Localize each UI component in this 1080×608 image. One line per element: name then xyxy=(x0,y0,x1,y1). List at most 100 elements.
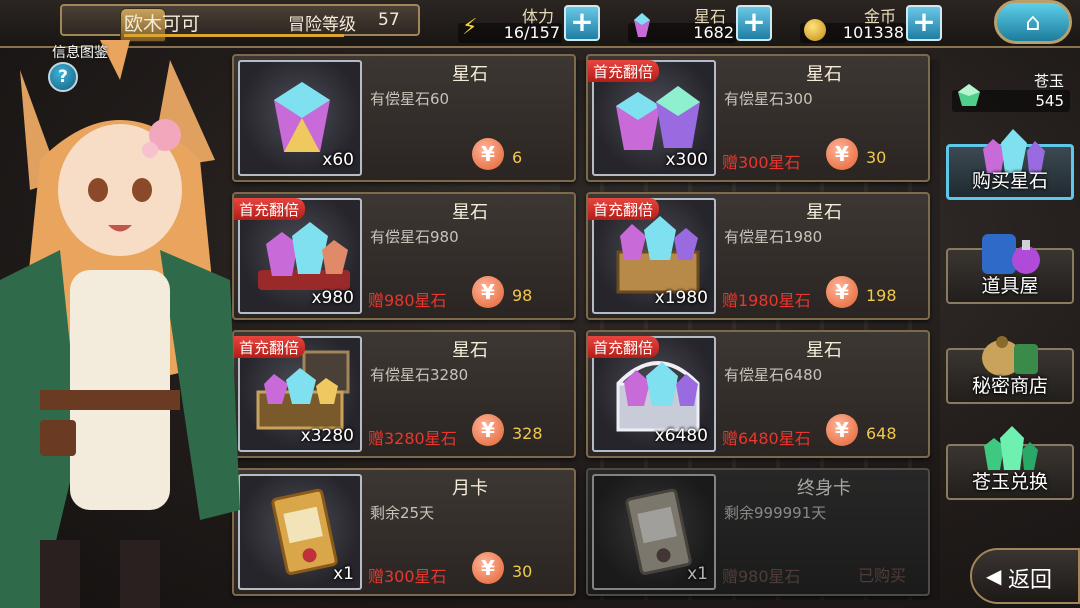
lightning-icon: ⚡ xyxy=(462,15,478,40)
item-thumbnail: x1 xyxy=(238,474,362,590)
stamina-resource: ⚡ 体力 16/157 + xyxy=(458,3,600,43)
item-quantity: x60 xyxy=(322,150,354,170)
jade-exchange-label: 苍玉兑换 xyxy=(971,471,1048,493)
gem-value: 1682 xyxy=(693,23,734,42)
gem-chest-icon xyxy=(256,350,350,430)
first-charge-double-badge: 首充翻倍 xyxy=(588,60,660,82)
item-title: 星石 xyxy=(806,64,842,85)
item-bonus: 赠300星石 xyxy=(368,567,447,586)
item-bonus: 赠980星石 xyxy=(368,291,447,310)
gem-pack-980-card[interactable]: 首充翻倍 x980 星石 有偿星石980 赠980星石 ¥ 98 xyxy=(232,192,576,320)
yuan-icon: ¥ xyxy=(472,552,504,584)
character-illustration xyxy=(0,40,240,608)
item-price: 6 xyxy=(512,148,523,167)
monthly-card[interactable]: x1 月卡 剩余25天 赠300星石 ¥ 30 xyxy=(232,468,576,596)
item-bonus: 赠6480星石 xyxy=(722,429,811,448)
item-description: 有偿星石60 xyxy=(370,90,450,108)
item-bonus: 赠980星石 xyxy=(722,567,801,586)
gem-pack-3280-card[interactable]: 首充翻倍 x3280 星石 有偿星石3280 赠3280星石 ¥ 328 xyxy=(232,330,576,458)
level-label: 冒险等级 xyxy=(288,15,356,35)
item-title: 星石 xyxy=(452,202,488,223)
item-title: 星石 xyxy=(452,340,488,361)
item-title: 星石 xyxy=(452,64,488,85)
item-description: 有偿星石6480 xyxy=(724,366,823,384)
first-charge-double-badge: 首充翻倍 xyxy=(234,336,306,358)
item-description: 有偿星石1980 xyxy=(724,228,823,246)
yuan-icon: ¥ xyxy=(472,138,504,170)
yuan-icon: ¥ xyxy=(472,276,504,308)
jade-gem-icon xyxy=(958,84,980,106)
item-title: 星石 xyxy=(806,340,842,361)
item-price: 30 xyxy=(512,562,533,581)
back-arrow-icon: ◀ xyxy=(986,564,1002,588)
item-thumbnail: x1 xyxy=(592,474,716,590)
item-quantity: x6480 xyxy=(654,426,708,446)
purchased-label: 已购买 xyxy=(858,566,907,585)
jade-exchange-tab[interactable]: 苍玉兑换 xyxy=(946,426,1074,500)
info-encyclopedia-label: 信息图鉴 xyxy=(52,45,108,61)
gem-pack-300-card[interactable]: 首充翻倍 x300 星石 有偿星石300 赠300星石 ¥ 30 xyxy=(586,54,930,182)
item-description: 有偿星石3280 xyxy=(370,366,469,384)
item-shop-tab[interactable]: 道具屋 xyxy=(946,234,1074,304)
gem-resource: 星石 1682 + xyxy=(628,3,774,43)
help-button[interactable]: ? xyxy=(48,62,78,92)
home-button[interactable]: ⌂ xyxy=(994,0,1072,44)
yuan-icon: ¥ xyxy=(826,138,858,170)
gem-icon xyxy=(634,13,650,37)
add-gem-button[interactable]: + xyxy=(736,5,772,41)
item-shop-label: 道具屋 xyxy=(981,275,1039,297)
player-name: 欧木可可 xyxy=(124,13,201,35)
player-panel[interactable]: 欧木可可 冒险等级 57 xyxy=(60,4,420,42)
item-thumbnail: x60 xyxy=(238,60,362,176)
jade-label: 苍玉 xyxy=(1033,72,1064,90)
item-quantity: x3280 xyxy=(300,426,354,446)
back-label: 返回 xyxy=(1008,568,1053,593)
item-quantity: x1 xyxy=(687,564,708,584)
stamina-value: 16/157 xyxy=(503,23,560,42)
item-bonus: 赠1980星石 xyxy=(722,291,811,310)
home-icon: ⌂ xyxy=(1025,8,1041,36)
first-charge-double-badge: 首充翻倍 xyxy=(588,198,660,220)
item-description: 剩余25天 xyxy=(370,504,435,522)
gem-pack-1980-card[interactable]: 首充翻倍 x1980 星石 有偿星石1980 赠1980星石 ¥ 198 xyxy=(586,192,930,320)
item-bonus: 赠3280星石 xyxy=(368,429,457,448)
first-charge-double-badge: 首充翻倍 xyxy=(588,336,660,358)
item-title: 终身卡 xyxy=(797,478,851,499)
item-description: 有偿星石300 xyxy=(724,90,813,108)
item-quantity: x1 xyxy=(333,564,354,584)
item-title: 星石 xyxy=(806,202,842,223)
gem-pile-icon xyxy=(258,222,350,290)
yuan-icon: ¥ xyxy=(826,276,858,308)
coin-resource: 金币 101338 + xyxy=(800,3,946,43)
secret-shop-tab[interactable]: 秘密商店 xyxy=(946,336,1074,404)
item-description: 有偿星石980 xyxy=(370,228,459,246)
yuan-icon: ¥ xyxy=(826,414,858,446)
item-quantity: x1980 xyxy=(654,288,708,308)
item-price: 98 xyxy=(512,286,533,305)
jade-resource: 545 苍玉 xyxy=(952,70,1070,112)
gem-crate-icon xyxy=(616,216,700,294)
add-stamina-button[interactable]: + xyxy=(564,5,600,41)
buy-gems-tab[interactable]: 购买星石 xyxy=(946,129,1074,200)
item-quantity: x980 xyxy=(311,288,354,308)
exp-bar xyxy=(124,34,344,37)
back-button[interactable]: ◀ 返回 xyxy=(970,548,1080,604)
first-charge-double-badge: 首充翻倍 xyxy=(234,198,306,220)
yuan-icon: ¥ xyxy=(472,414,504,446)
coin-value: 101338 xyxy=(842,23,904,42)
silver-chest-icon xyxy=(616,361,700,432)
secret-shop-label: 秘密商店 xyxy=(971,375,1048,397)
item-price: 30 xyxy=(866,148,887,167)
item-description: 剩余999991天 xyxy=(724,504,827,522)
level-value: 57 xyxy=(378,10,400,30)
gem-icon xyxy=(274,82,330,152)
gem-pack-6480-card[interactable]: 首充翻倍 x6480 星石 有偿星石6480 赠6480星石 ¥ 648 xyxy=(586,330,930,458)
item-title: 月卡 xyxy=(452,478,488,499)
gem-pack-60-card[interactable]: x60 星石 有偿星石60 ¥ 6 xyxy=(232,54,576,182)
item-bonus: 赠300星石 xyxy=(722,153,801,172)
item-price: 648 xyxy=(866,424,897,443)
add-coin-button[interactable]: + xyxy=(906,5,942,41)
item-price: 328 xyxy=(512,424,543,443)
item-quantity: x300 xyxy=(665,150,708,170)
coin-icon xyxy=(804,19,826,41)
